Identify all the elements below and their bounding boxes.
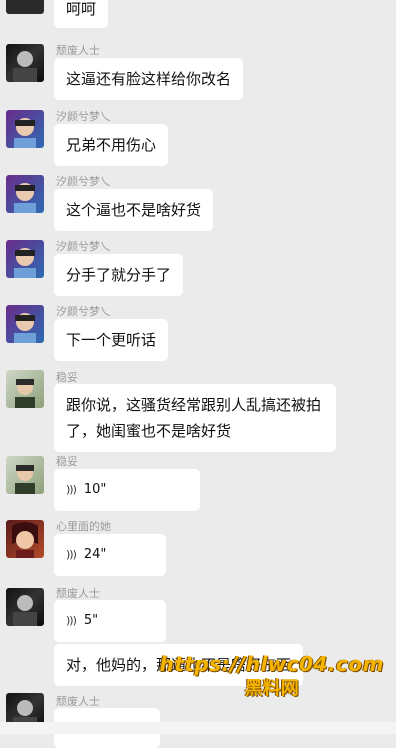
sender-name: 汐颜兮梦乀 [56, 305, 111, 318]
message-bubble[interactable]: 跟你说，这骚货经常跟别人乱搞还被拍了，她闺蜜也不是啥好货 [54, 384, 336, 452]
voice-icon: ))) [66, 548, 77, 561]
message-bubble[interactable]: 分手了就分手了 [54, 254, 184, 296]
sender-name: 颓废人士 [56, 695, 100, 708]
avatar-tuifei[interactable] [6, 588, 44, 626]
avatar-wentuo[interactable] [6, 370, 44, 408]
message-text: 这个逼也不是啥好货 [66, 201, 202, 219]
message-text: 下一个更听话 [66, 331, 157, 349]
message-text: 分手了就分手了 [66, 266, 172, 284]
sender-name: 颓废人士 [56, 44, 100, 57]
voice-duration: 5" [83, 613, 99, 628]
voice-message[interactable]: ))) 10" [54, 469, 200, 511]
avatar-xiyan[interactable] [6, 305, 44, 343]
message-bubble[interactable]: 这逼还有脸这样给你改名 [54, 58, 244, 100]
sender-name: 心里面的她 [56, 520, 111, 533]
watermark-url: https://hlwc04.com [159, 652, 384, 676]
sender-name: 汐颜兮梦乀 [56, 110, 111, 123]
avatar-image [14, 183, 36, 213]
avatar-xiyan[interactable] [6, 110, 44, 148]
voice-message[interactable]: ))) 5" [54, 600, 166, 642]
message-bubble[interactable]: 呵呵 [54, 0, 109, 28]
avatar[interactable] [6, 0, 44, 14]
sender-name: 汐颜兮梦乀 [56, 240, 111, 253]
sender-name: 稳妥 [56, 371, 78, 384]
avatar-image [13, 51, 37, 82]
avatar-image [14, 118, 36, 148]
avatar-xiyan[interactable] [6, 240, 44, 278]
message-bubble[interactable]: 兄弟不用伤心 [54, 124, 169, 166]
message-text: 跟你说，这骚货经常跟别人乱搞还被拍了，她闺蜜也不是啥好货 [66, 396, 322, 440]
avatar-wentuo[interactable] [6, 456, 44, 494]
avatar-image [12, 522, 38, 558]
watermark: https://hlwc04.com 黑料网 [160, 652, 384, 700]
message-text: 这逼还有脸这样给你改名 [66, 70, 232, 88]
avatar-tuifei[interactable] [6, 44, 44, 82]
message-bubble[interactable]: 下一个更听话 [54, 319, 169, 361]
avatar-image [14, 248, 36, 278]
avatar-xiyan[interactable] [6, 175, 44, 213]
voice-icon: ))) [66, 614, 77, 627]
avatar-image [15, 379, 35, 408]
input-bar[interactable] [0, 722, 396, 734]
voice-duration: 10" [83, 482, 107, 497]
sender-name: 汐颜兮梦乀 [56, 175, 111, 188]
voice-message[interactable]: ))) 24" [54, 534, 166, 576]
avatar-xinlimian[interactable] [6, 520, 44, 558]
voice-duration: 24" [83, 547, 107, 562]
message-text: 兄弟不用伤心 [66, 136, 157, 154]
sender-name: 稳妥 [56, 455, 78, 468]
message-text: 呵呵 [66, 0, 97, 18]
avatar-image [14, 313, 36, 343]
voice-icon: ))) [66, 483, 77, 496]
avatar-image [13, 595, 37, 626]
watermark-brand: 黑料网 [244, 678, 299, 699]
avatar-image [15, 465, 35, 494]
message-bubble[interactable]: 这个逼也不是啥好货 [54, 189, 214, 231]
sender-name: 颓废人士 [56, 587, 100, 600]
